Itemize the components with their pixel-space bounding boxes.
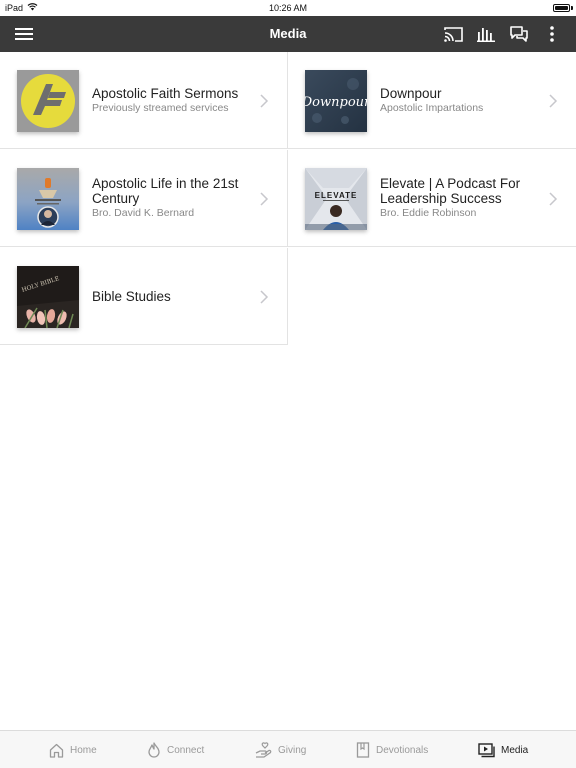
media-item-subtitle: Bro. Eddie Robinson <box>380 207 477 219</box>
more-vertical-icon[interactable] <box>542 24 562 44</box>
media-item-title: Apostolic Life in the 21st Century <box>92 176 239 206</box>
chevron-right-icon <box>548 94 558 108</box>
battery-tip <box>571 6 573 10</box>
media-item-title: Elevate | A Podcast For Leadership Succe… <box>380 176 521 206</box>
media-item-bible-studies[interactable]: HOLY BIBLE Bible Studies <box>0 248 288 345</box>
elevate-cover-text: ELEVATE <box>315 191 358 200</box>
media-item-downpour[interactable]: Downpour Downpour Apostolic Impartations <box>288 52 576 149</box>
tab-devotionals[interactable]: Devotionals <box>356 731 428 768</box>
tab-bar: Home Connect Giving Devotionals Media <box>0 730 576 768</box>
downpour-thumbnail: Downpour <box>305 70 367 132</box>
media-item-title: Apostolic Faith Sermons <box>92 85 239 101</box>
elevate-thumbnail: ELEVATE <box>305 168 367 230</box>
media-play-icon <box>478 742 495 758</box>
home-icon <box>49 743 64 758</box>
media-item-elevate[interactable]: ELEVATE Elevate | A Podcast For Leadersh… <box>288 150 576 247</box>
downpour-cover-text: Downpour <box>305 95 367 110</box>
media-item-subtitle: Apostolic Impartations <box>380 101 484 114</box>
tab-label: Connect <box>167 744 205 756</box>
tab-label: Devotionals <box>376 744 429 756</box>
audio-bars-icon[interactable] <box>476 24 496 44</box>
cast-icon[interactable] <box>443 24 463 44</box>
media-item-subtitle: Bro. David K. Bernard <box>92 207 195 219</box>
media-item-text: Elevate | A Podcast For Leadership Succe… <box>380 150 542 246</box>
tab-label: Home <box>70 744 97 756</box>
chevron-right-icon <box>259 192 269 206</box>
media-item-text: Apostolic Life in the 21st Century Bro. … <box>92 150 253 246</box>
tab-giving[interactable]: Giving <box>255 731 306 768</box>
chevron-right-icon <box>259 94 269 108</box>
flame-icon <box>147 742 161 758</box>
media-item-text: Bible Studies <box>92 248 253 344</box>
tab-media[interactable]: Media <box>478 731 528 768</box>
apostolic-faith-thumbnail <box>17 70 79 132</box>
media-item-title: Bible Studies <box>92 288 171 304</box>
chat-icon[interactable] <box>509 24 529 44</box>
battery-icon <box>553 4 570 12</box>
apostolic-life-thumbnail <box>17 168 79 230</box>
media-item-apostolic-life[interactable]: Apostolic Life in the 21st Century Bro. … <box>0 150 288 247</box>
tab-label: Media <box>501 744 529 756</box>
media-item-subtitle: Previously streamed services <box>92 101 229 114</box>
tab-label: Giving <box>278 744 307 756</box>
media-item-apostolic-faith-sermons[interactable]: Apostolic Faith Sermons Previously strea… <box>0 52 288 149</box>
media-item-title: Downpour <box>380 85 442 101</box>
tab-home[interactable]: Home <box>49 731 97 768</box>
chevron-right-icon <box>259 290 269 304</box>
battery-level <box>555 6 568 10</box>
bookmark-book-icon <box>356 742 370 758</box>
media-item-text: Downpour Apostolic Impartations <box>380 52 542 148</box>
status-time: 10:26 AM <box>268 3 308 13</box>
giving-hand-icon <box>255 742 272 758</box>
nav-bar: Media <box>0 16 576 52</box>
status-bar: iPad 10:26 AM <box>0 0 576 16</box>
bible-studies-thumbnail: HOLY BIBLE <box>17 266 79 328</box>
media-item-text: Apostolic Faith Sermons Previously strea… <box>92 52 253 148</box>
chevron-right-icon <box>548 192 558 206</box>
tab-connect[interactable]: Connect <box>147 731 204 768</box>
